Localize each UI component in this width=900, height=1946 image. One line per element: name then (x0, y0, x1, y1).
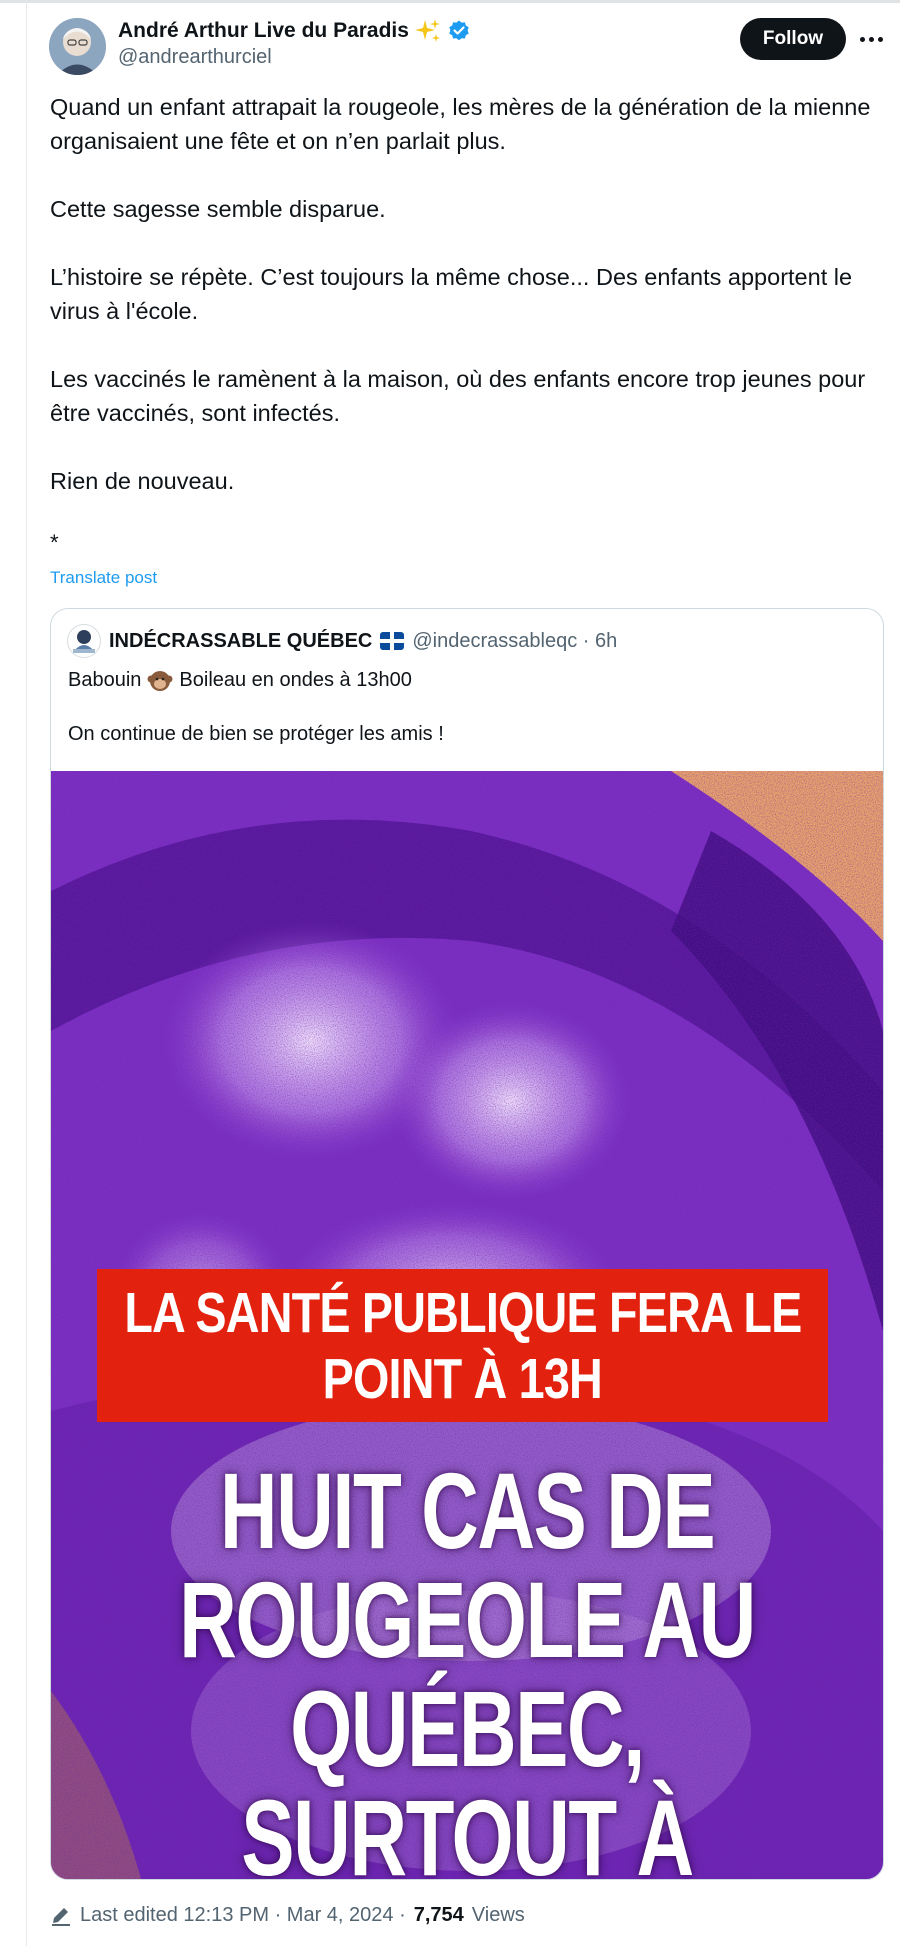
quoted-post-image[interactable]: LA SANTÉ PUBLIQUE FERA LE POINT À 13H HU… (51, 771, 883, 1879)
banner-line: POINT À 13H (322, 1346, 603, 1411)
quoted-author-name[interactable]: INDÉCRASSABLE QUÉBEC (109, 630, 372, 653)
quoted-text-line: Babouin Boileau en ondes à 13h00 (68, 667, 412, 693)
views-count: 7,754 (413, 1903, 464, 1926)
monkey-emoji-icon (147, 671, 173, 691)
post-paragraph: Rien de nouveau. (50, 468, 235, 494)
quoted-author-avatar[interactable] (67, 624, 101, 658)
quoted-text-line: On continue de bien se protéger les amis… (68, 723, 444, 745)
sparkles-icon (414, 19, 440, 42)
views-label: Views (471, 1903, 525, 1926)
post-paragraph: Quand un enfant attrapait la rougeole, l… (50, 94, 871, 154)
author-avatar[interactable] (49, 18, 106, 75)
quoted-post[interactable]: INDÉCRASSABLE QUÉBEC @indecrassableqc · … (50, 608, 884, 1880)
banner-line: LA SANTÉ PUBLIQUE FERA LE (123, 1280, 802, 1345)
headline-line: SURTOUT À (241, 1777, 694, 1879)
edited-timestamp[interactable]: Last edited 12:13 PM · Mar 4, 2024 · (80, 1904, 406, 1927)
headline-line: ROUGEOLE AU (179, 1559, 756, 1680)
image-headline: HUIT CAS DE ROUGEOLE AU QUÉBEC, SURTOUT … (51, 1456, 883, 1879)
translate-post-link[interactable]: Translate post (50, 568, 157, 588)
verified-badge-icon (449, 20, 469, 41)
dot (868, 36, 874, 42)
post-paragraph: Cette sagesse semble disparue. (50, 196, 386, 222)
thread-left-border (26, 0, 27, 1946)
post-paragraph: * (50, 530, 59, 555)
author-handle[interactable]: @andrearthurciel (118, 46, 272, 69)
top-divider (0, 0, 900, 3)
quoted-text-before-emoji: Babouin (68, 668, 142, 691)
quoted-post-header: INDÉCRASSABLE QUÉBEC @indecrassableqc · … (67, 624, 617, 658)
post-paragraph: L’histoire se répète. C’est toujours la … (50, 264, 853, 324)
quoted-text-after-emoji: Boileau en ondes à 13h00 (179, 668, 412, 691)
follow-button[interactable]: Follow (740, 18, 846, 60)
quoted-author-handle-time[interactable]: @indecrassableqc · 6h (412, 630, 617, 653)
author-display-name[interactable]: André Arthur Live du Paradis (118, 19, 409, 43)
quebec-flag-icon (380, 632, 405, 650)
author-name-row: André Arthur Live du Paradis (118, 17, 471, 45)
headline-banner: LA SANTÉ PUBLIQUE FERA LE POINT À 13H (97, 1269, 828, 1422)
post-paragraph: Les vaccinés le ramènent à la maison, où… (50, 366, 866, 426)
more-options-icon[interactable] (856, 26, 886, 52)
edit-pencil-icon[interactable] (50, 1904, 72, 1926)
headline-line: QUÉBEC, (290, 1668, 645, 1789)
dot (877, 36, 883, 42)
headline-line: HUIT CAS DE (219, 1450, 716, 1571)
post-footer: Last edited 12:13 PM · Mar 4, 2024 · 7,7… (50, 1900, 525, 1930)
dot (859, 36, 865, 42)
